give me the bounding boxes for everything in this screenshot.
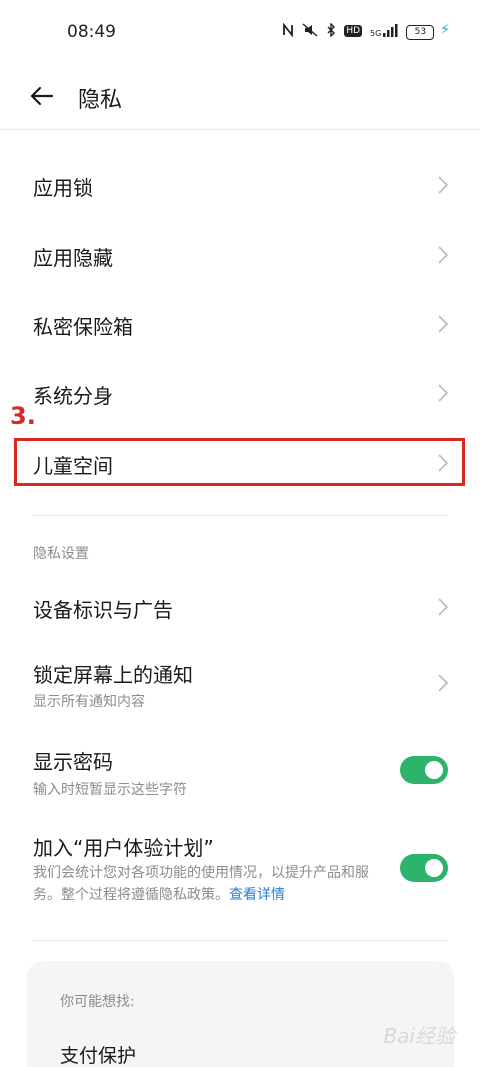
- hd-icon: HD: [344, 25, 363, 37]
- suggestion-item-payment-protect[interactable]: 支付保护: [60, 1041, 136, 1067]
- toggle-knob: [425, 859, 443, 877]
- menu-item-app-lock[interactable]: 应用锁: [0, 150, 480, 220]
- section-divider: [33, 515, 448, 516]
- menu-item-device-id-ads[interactable]: 设备标识与广告: [0, 572, 480, 640]
- setting-label: 显示密码: [33, 750, 113, 774]
- network-type-label: 5G: [370, 29, 382, 38]
- back-arrow-icon[interactable]: [28, 82, 56, 110]
- annotation-highlight-box: [14, 438, 465, 486]
- chevron-right-icon: [438, 674, 449, 692]
- menu-item-system-clone[interactable]: 系统分身: [0, 358, 480, 428]
- view-details-link[interactable]: 查看详情: [229, 887, 285, 903]
- ux-plan-toggle[interactable]: [400, 854, 448, 882]
- annotation-step-number: 3.: [10, 402, 36, 430]
- top-bar: 隐私: [0, 64, 480, 130]
- menu-item-private-safe[interactable]: 私密保险箱: [0, 289, 480, 359]
- setting-label: 加入“用户体验计划”: [33, 836, 214, 860]
- status-bar: 08:49 HD 5G 53 ⚡: [0, 0, 480, 64]
- section-header-privacy: 隐私设置: [33, 546, 89, 562]
- suggestion-title: 你可能想找:: [60, 994, 135, 1010]
- battery-icon: 53 ⚡: [406, 22, 450, 40]
- setting-show-password: 显示密码 输入时短暂显示这些字符: [0, 730, 480, 810]
- chevron-right-icon: [438, 246, 449, 264]
- menu-item-label: 系统分身: [33, 384, 113, 408]
- chevron-right-icon: [438, 384, 449, 402]
- suggestion-card: 你可能想找: 支付保护: [27, 961, 454, 1067]
- ux-plan-description: 我们会统计您对各项功能的使用情况，以提升产品和服务。整个过程将遵循隐私政策。查看…: [33, 862, 378, 906]
- battery-level: 53: [406, 25, 435, 40]
- chevron-right-icon: [438, 598, 449, 616]
- chevron-right-icon: [438, 315, 449, 333]
- menu-item-label: 应用锁: [33, 176, 93, 200]
- nfc-icon: [282, 21, 294, 40]
- toggle-knob: [425, 761, 443, 779]
- status-icons: HD 5G 53 ⚡: [282, 21, 450, 40]
- show-password-toggle[interactable]: [400, 756, 448, 784]
- setting-subtitle: 输入时短暂显示这些字符: [33, 782, 187, 798]
- watermark-logo: Bai经验: [383, 1024, 455, 1048]
- page-title: 隐私: [78, 88, 123, 113]
- charging-bolt-icon: ⚡: [440, 22, 450, 38]
- section-divider: [33, 940, 448, 941]
- chevron-right-icon: [438, 176, 449, 194]
- menu-item-label: 应用隐藏: [33, 246, 113, 270]
- mute-icon: [302, 22, 318, 40]
- menu-item-lockscreen-notify[interactable]: 锁定屏幕上的通知 显示所有通知内容: [0, 640, 480, 720]
- menu-item-label: 设备标识与广告: [33, 598, 173, 622]
- menu-item-app-hide[interactable]: 应用隐藏: [0, 220, 480, 290]
- signal-5g-icon: 5G: [370, 24, 398, 38]
- menu-item-label: 私密保险箱: [33, 315, 133, 339]
- menu-item-label: 锁定屏幕上的通知: [33, 663, 193, 687]
- status-time: 08:49: [67, 22, 116, 42]
- ux-plan-desc-text: 我们会统计您对各项功能的使用情况，以提升产品和服务。整个过程将遵循隐私政策。: [33, 865, 369, 903]
- menu-item-subtitle: 显示所有通知内容: [33, 694, 145, 710]
- bluetooth-icon: [326, 21, 336, 40]
